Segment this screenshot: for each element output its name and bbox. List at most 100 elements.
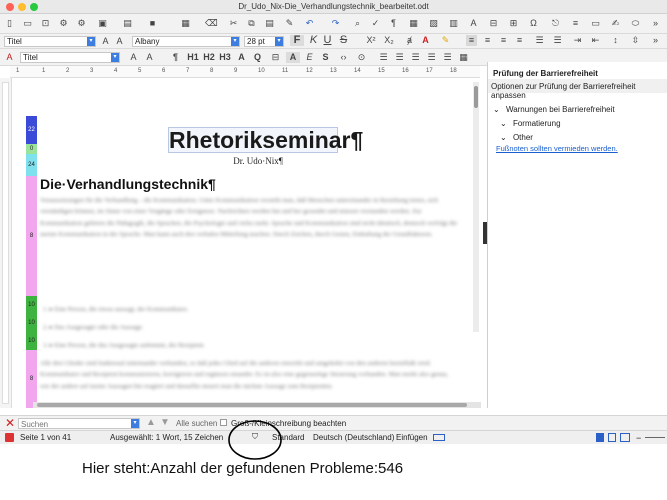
- chevron-down-icon[interactable]: ▾: [131, 419, 139, 428]
- document-heading[interactable]: Die·Verhandlungstechnik¶: [40, 176, 216, 192]
- style-name-box[interactable]: Titel ▾: [20, 52, 120, 63]
- highlight-color-icon[interactable]: ✎: [440, 35, 451, 46]
- word-count[interactable]: Ausgewählt: 1 Wort, 15 Zeichen: [110, 433, 223, 442]
- document-title[interactable]: Rhetorikseminar¶: [168, 127, 363, 153]
- list-number-icon[interactable]: ☰: [394, 52, 405, 63]
- page-count[interactable]: Seite 1 von 41: [20, 433, 71, 442]
- text-body-button[interactable]: A: [236, 52, 247, 63]
- special-character-icon[interactable]: Ω: [528, 18, 539, 29]
- default-character-button[interactable]: A: [286, 52, 300, 63]
- heading3-button[interactable]: H3: [218, 52, 232, 63]
- heading1-button[interactable]: H1: [186, 52, 200, 63]
- subscript-button[interactable]: X₂: [382, 35, 396, 46]
- chevron-down-icon[interactable]: ⌄: [500, 119, 507, 128]
- document-canvas[interactable]: 22 0 24 8 10 10 10 8 Rhetorikseminar¶ Dr. Udo·N…: [13, 78, 481, 408]
- cut-icon[interactable]: ✂: [228, 18, 239, 29]
- quotations-button[interactable]: Q: [252, 52, 263, 63]
- strong-emphasis-button[interactable]: S: [320, 52, 331, 63]
- category-formatting[interactable]: ⌄ Formatierung: [500, 119, 561, 128]
- search-input[interactable]: [19, 420, 127, 429]
- list-bullet-icon[interactable]: ☰: [378, 52, 389, 63]
- font-color-icon[interactable]: A: [420, 35, 431, 46]
- redo-icon[interactable]: ↷: [330, 18, 341, 29]
- copy-icon[interactable]: ⧉: [246, 18, 257, 29]
- heading2-button[interactable]: H2: [202, 52, 216, 63]
- warnings-section[interactable]: ⌄ Warnungen bei Barrierefreiheit: [493, 105, 615, 114]
- list-alpha-icon[interactable]: ☰: [410, 52, 421, 63]
- sidebar-options-link[interactable]: Optionen zur Prüfung der Barrierefreihei…: [491, 82, 667, 100]
- undo-icon[interactable]: ↶: [304, 18, 315, 29]
- more-icon[interactable]: »: [650, 18, 661, 29]
- character-spacing-icon[interactable]: ⱥ: [404, 35, 415, 46]
- underline-button[interactable]: U: [322, 35, 333, 46]
- list-other-icon[interactable]: ☰: [442, 52, 453, 63]
- new-style-icon[interactable]: A: [100, 36, 111, 47]
- list-item[interactable]: 1. ▸ Eine Person, die etwas aussagt, der…: [43, 304, 443, 315]
- outdent-icon[interactable]: ⇤: [590, 35, 601, 46]
- document-author[interactable]: Dr. Udo·Nix¶: [213, 156, 303, 166]
- new-document-icon[interactable]: ▯: [4, 18, 15, 29]
- list-roman-icon[interactable]: ☰: [426, 52, 437, 63]
- footnote-icon[interactable]: ≡: [570, 18, 581, 29]
- document-modified-icon[interactable]: [5, 433, 14, 442]
- body-paragraph[interactable]: Alle drei Glieder sind funktional mitein…: [40, 358, 458, 408]
- line-spacing-icon[interactable]: ↕: [610, 35, 621, 46]
- comment-icon[interactable]: ▭: [590, 18, 601, 29]
- chevron-down-icon[interactable]: ▾: [111, 53, 119, 62]
- default-paragraph-button[interactable]: ¶: [170, 52, 181, 63]
- table-icon[interactable]: ▦: [408, 18, 419, 29]
- single-page-view-icon[interactable]: [596, 433, 604, 442]
- insert-mode[interactable]: Einfügen: [396, 433, 428, 442]
- source-text-icon[interactable]: ‹›: [338, 52, 349, 63]
- category-other[interactable]: ⌄ Other: [500, 133, 533, 142]
- bullets-icon[interactable]: ☰: [534, 35, 545, 46]
- chart-icon[interactable]: ▥: [448, 18, 459, 29]
- shape-icon[interactable]: ⬭: [630, 18, 641, 29]
- update-style-icon[interactable]: A: [114, 36, 125, 47]
- export-icon[interactable]: ▤: [122, 18, 133, 29]
- list-style-icon[interactable]: ⊙: [356, 52, 367, 63]
- spelling-icon[interactable]: ✓: [370, 18, 381, 29]
- horizontal-scrollbar[interactable]: [33, 402, 481, 408]
- textbox-icon[interactable]: A: [468, 18, 479, 29]
- chevron-down-icon[interactable]: ▾: [87, 37, 95, 46]
- strikethrough-button[interactable]: S: [338, 35, 349, 46]
- chevron-down-icon[interactable]: ▾: [275, 37, 283, 46]
- templates-icon[interactable]: ⚙: [58, 18, 69, 29]
- selection-mode-icon[interactable]: [433, 434, 445, 441]
- sidebar-toggle-icon[interactable]: ▣: [97, 18, 108, 29]
- vertical-ruler[interactable]: [0, 78, 12, 408]
- superscript-button[interactable]: X²: [364, 35, 378, 46]
- more-formatting-icon[interactable]: »: [650, 35, 661, 46]
- update-selected-style-icon[interactable]: A: [128, 52, 139, 63]
- align-center-icon[interactable]: ≡: [482, 35, 493, 46]
- horizontal-scrollbar-thumb[interactable]: [37, 403, 467, 407]
- recent-documents-icon[interactable]: ⊡: [40, 18, 51, 29]
- align-right-icon[interactable]: ≡: [498, 35, 509, 46]
- sidebar-options-row[interactable]: Optionen zur Prüfung der Barrierefreihei…: [488, 79, 667, 100]
- language-status[interactable]: Deutsch (Deutschland): [313, 433, 394, 442]
- preformatted-button[interactable]: ⊟: [270, 52, 281, 63]
- indent-icon[interactable]: ⇥: [572, 35, 583, 46]
- chevron-down-icon[interactable]: ▾: [231, 37, 239, 46]
- formatting-marks-icon[interactable]: ¶: [388, 18, 399, 29]
- clone-formatting-icon[interactable]: ✎: [284, 18, 295, 29]
- zoom-out-icon[interactable]: −: [636, 433, 641, 443]
- find-all-button[interactable]: Alle suchen: [176, 419, 217, 428]
- print-preview-icon[interactable]: ▦: [180, 18, 191, 29]
- align-left-icon[interactable]: ≡: [466, 35, 477, 46]
- track-changes-icon[interactable]: ✍: [610, 18, 621, 29]
- bold-button[interactable]: F: [290, 35, 304, 46]
- clear-formatting-icon[interactable]: ⌫: [205, 18, 218, 29]
- settings-icon[interactable]: ⚙: [76, 18, 87, 29]
- new-style-from-selection-icon[interactable]: A: [144, 52, 155, 63]
- numbering-icon[interactable]: ☰: [552, 35, 563, 46]
- list-item[interactable]: 2. ▸ Das Ausgesagte oder die Aussage.: [43, 322, 443, 333]
- paragraph-style-box[interactable]: Titel ▾: [4, 36, 96, 47]
- find-replace-icon[interactable]: ⌕: [352, 18, 363, 29]
- find-next-icon[interactable]: ▼: [160, 417, 170, 428]
- style-edit-icon[interactable]: A: [4, 52, 15, 63]
- page-break-icon[interactable]: ⊟: [488, 18, 499, 29]
- italic-button[interactable]: K: [308, 35, 319, 46]
- zoom-slider[interactable]: [645, 437, 665, 438]
